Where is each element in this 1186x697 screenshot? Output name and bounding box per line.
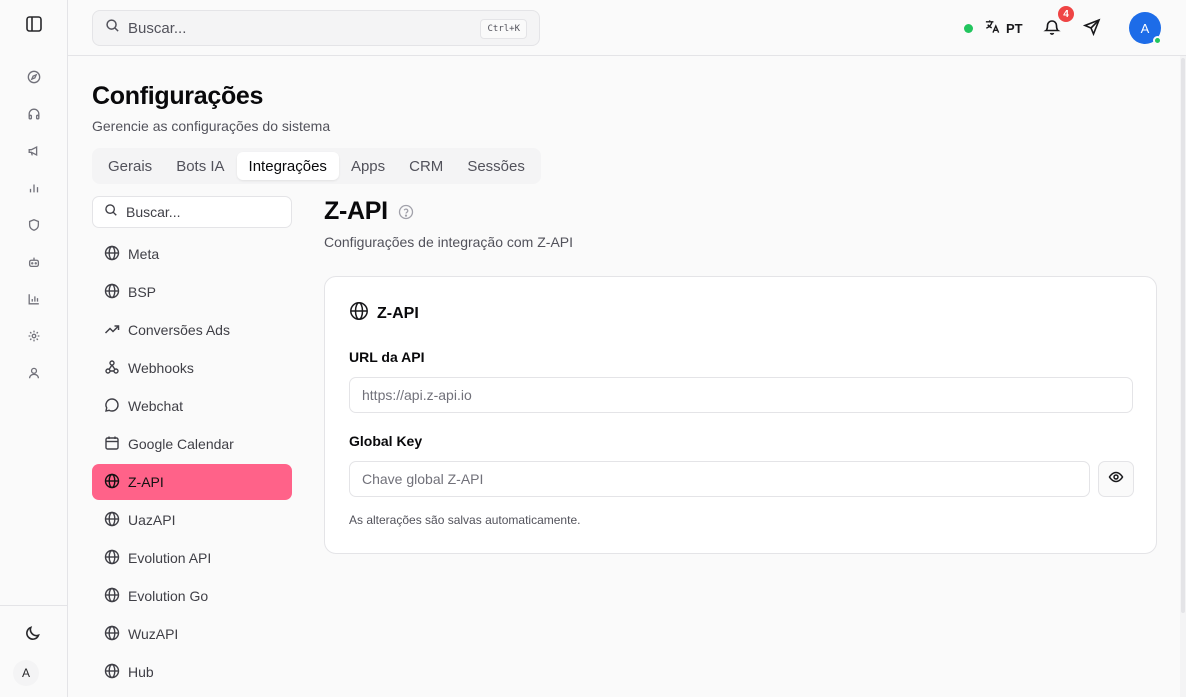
integration-label: BSP — [128, 284, 157, 300]
nav-compass-icon[interactable] — [0, 58, 68, 95]
integration-search[interactable] — [92, 196, 292, 228]
integration-item-meta[interactable]: Meta — [92, 236, 292, 272]
language-label: PT — [1006, 20, 1023, 36]
card-header: Z-API — [349, 301, 419, 326]
tab-apps[interactable]: Apps — [339, 152, 397, 180]
global-search[interactable]: Ctrl+K — [92, 10, 540, 46]
eye-icon — [1108, 469, 1124, 490]
nav-megaphone-icon[interactable] — [0, 132, 68, 169]
moon-icon[interactable] — [24, 624, 42, 642]
integration-item-wuzapi[interactable]: WuzAPI — [92, 616, 292, 652]
integration-label: Conversões Ads — [128, 322, 230, 338]
integration-label: Webhooks — [128, 360, 194, 376]
api-url-label: URL da API — [349, 349, 425, 365]
send-icon[interactable] — [1082, 18, 1101, 37]
integration-item-conversoes-ads[interactable]: Conversões Ads — [92, 312, 292, 348]
sidebar-toggle-icon[interactable] — [24, 14, 44, 34]
integration-label: Evolution Go — [128, 588, 209, 604]
globe-icon — [104, 283, 120, 302]
globe-icon — [104, 473, 120, 492]
tab-bots-ia[interactable]: Bots IA — [164, 152, 236, 180]
help-circle-icon[interactable] — [398, 204, 414, 220]
integration-label: WuzAPI — [128, 626, 179, 642]
integration-item-webhooks[interactable]: Webhooks — [92, 350, 292, 386]
chat-icon — [104, 397, 120, 416]
rail-footer: A — [0, 605, 68, 697]
nav-settings-icon[interactable] — [0, 317, 68, 354]
integration-item-evolution-go[interactable]: Evolution Go — [92, 578, 292, 614]
integration-item-bsp[interactable]: BSP — [92, 274, 292, 310]
tab-crm[interactable]: CRM — [397, 152, 455, 180]
globe-icon — [104, 245, 120, 264]
global-key-label: Global Key — [349, 433, 423, 449]
shortcut-hint: Ctrl+K — [480, 19, 527, 39]
globe-icon — [104, 663, 120, 682]
page-title: Configurações — [92, 82, 264, 110]
card-title: Z-API — [377, 304, 419, 322]
nav-analytics-icon[interactable] — [0, 280, 68, 317]
globe-icon — [349, 301, 369, 326]
webhook-icon — [104, 359, 120, 378]
integration-label: UazAPI — [128, 512, 176, 528]
notification-badge: 4 — [1058, 6, 1074, 22]
toggle-visibility-button[interactable] — [1098, 461, 1134, 497]
integration-item-webchat[interactable]: Webchat — [92, 388, 292, 424]
integration-item-hub[interactable]: Hub — [92, 654, 292, 690]
integration-item-evolution-api[interactable]: Evolution API — [92, 540, 292, 576]
integration-label: Webchat — [128, 398, 183, 414]
search-icon — [105, 18, 120, 38]
tab-gerais[interactable]: Gerais — [96, 152, 164, 180]
integration-item-uazapi[interactable]: UazAPI — [92, 502, 292, 538]
nav-bot-icon[interactable] — [0, 243, 68, 280]
icon-rail: A — [0, 0, 68, 697]
integration-label: Hub — [128, 664, 154, 680]
tab-sessoes[interactable]: Sessões — [455, 152, 537, 180]
rail-nav — [0, 58, 68, 391]
page-subtitle: Gerencie as configurações do sistema — [92, 118, 331, 134]
globe-icon — [104, 511, 120, 530]
calendar-icon — [104, 435, 120, 454]
global-key-input[interactable] — [349, 461, 1090, 497]
integration-label: Google Calendar — [128, 436, 234, 452]
integration-item-z-api[interactable]: Z-API — [92, 464, 292, 500]
online-indicator — [1153, 36, 1162, 45]
globe-icon — [104, 625, 120, 644]
nav-headphones-icon[interactable] — [0, 95, 68, 132]
top-bar: Ctrl+K PT 4 A — [68, 0, 1186, 56]
rail-avatar[interactable]: A — [13, 660, 39, 686]
settings-tabs: Gerais Bots IA Integrações Apps CRM Sess… — [92, 148, 541, 184]
nav-bar-chart-icon[interactable] — [0, 169, 68, 206]
global-search-input[interactable] — [128, 19, 458, 37]
integration-label: Meta — [128, 246, 160, 262]
scroll-thumb[interactable] — [1181, 58, 1185, 613]
globe-icon — [104, 549, 120, 568]
integration-item-google-calendar[interactable]: Google Calendar — [92, 426, 292, 462]
integration-subtitle: Configurações de integração com Z-API — [324, 234, 574, 250]
integration-search-input[interactable] — [126, 204, 276, 220]
autosave-note: As alterações são salvas automaticamente… — [349, 513, 581, 527]
connection-status-dot — [964, 24, 973, 33]
integration-list: Meta BSP Conversões Ads Webhooks Webchat… — [92, 236, 292, 692]
tab-integracoes[interactable]: Integrações — [236, 152, 339, 180]
search-icon — [104, 203, 118, 222]
nav-shield-icon[interactable] — [0, 206, 68, 243]
api-url-input[interactable] — [349, 377, 1133, 413]
trending-up-icon — [104, 321, 120, 340]
integration-title: Z-API — [324, 197, 388, 225]
integration-label: Evolution API — [128, 550, 212, 566]
page-scrollbar[interactable] — [1180, 56, 1186, 697]
language-switcher[interactable]: PT — [984, 18, 1023, 38]
globe-icon — [104, 587, 120, 606]
nav-user-icon[interactable] — [0, 354, 68, 391]
translate-icon — [984, 18, 1001, 38]
z-api-settings-card: Z-API URL da API Global Key As alteraçõe… — [324, 276, 1157, 554]
integration-label: Z-API — [128, 474, 164, 490]
bell-icon[interactable] — [1043, 18, 1061, 36]
